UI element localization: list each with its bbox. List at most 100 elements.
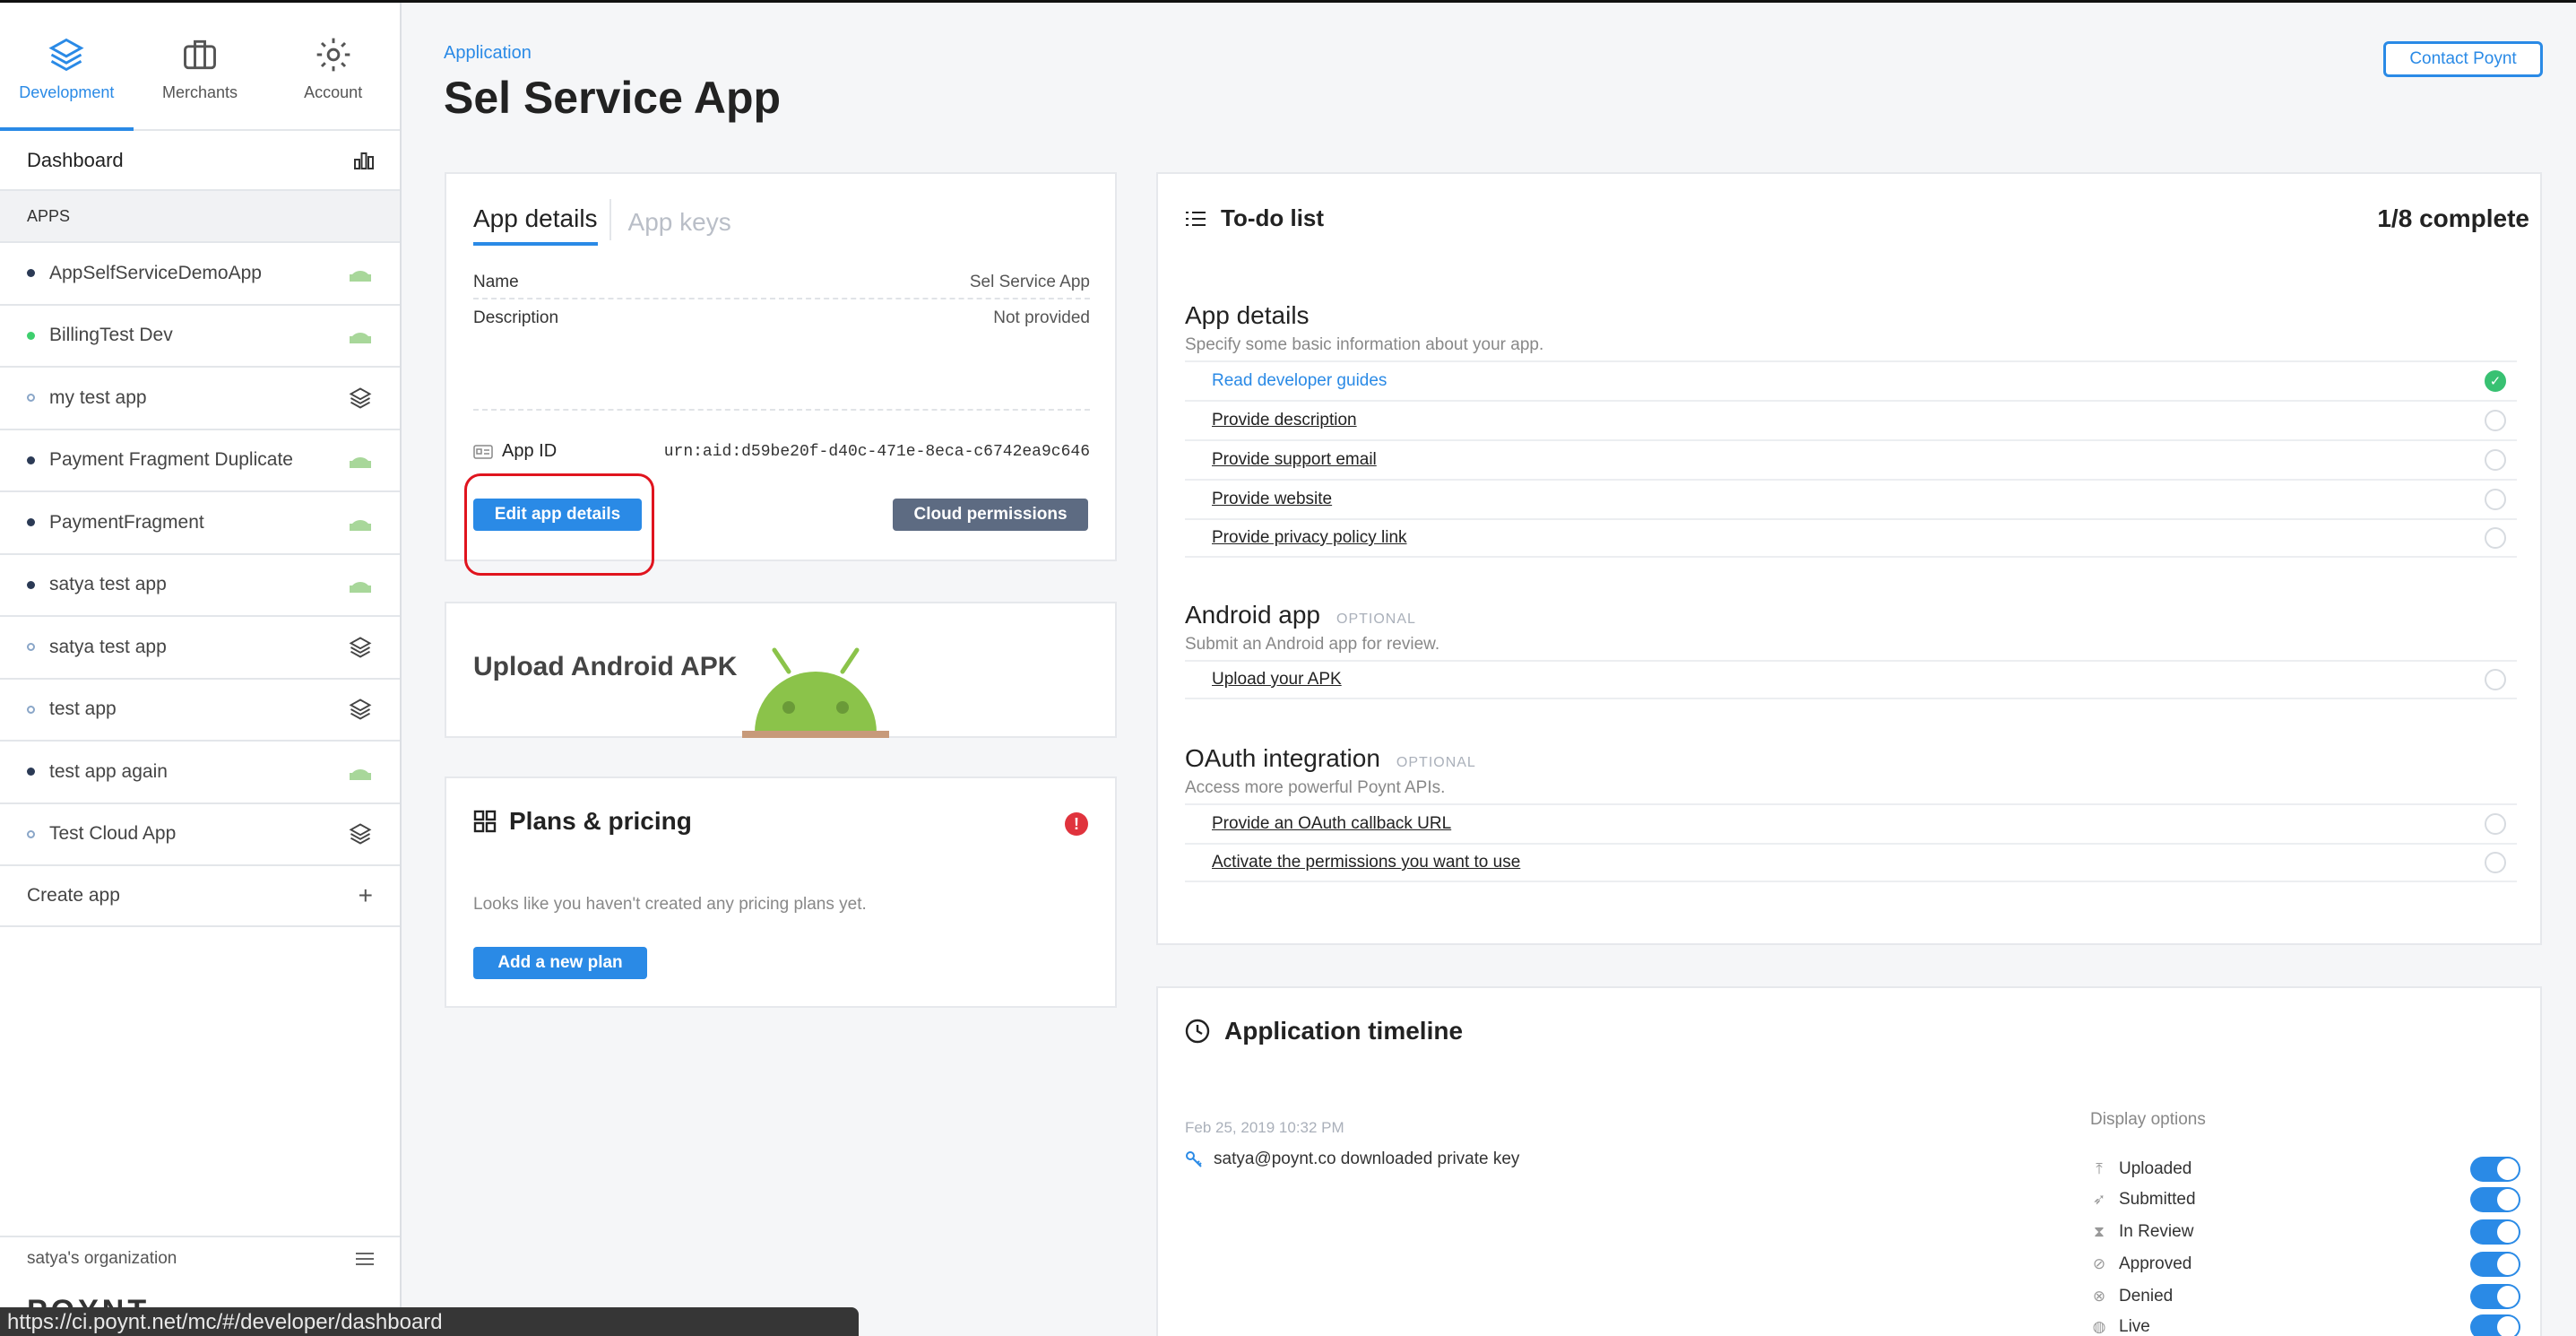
upload-apk-title: Upload Android APK (473, 652, 738, 681)
toggle-switch[interactable] (2470, 1252, 2520, 1277)
empty-circle-icon (2485, 813, 2506, 835)
tab-app-keys[interactable]: App keys (628, 208, 731, 246)
organization-switcher[interactable]: satya's organization (0, 1236, 400, 1280)
nav-tab-label: Merchants (161, 83, 238, 101)
status-dot (27, 331, 35, 340)
list-icon (1186, 211, 1206, 226)
nav-tab-label: Development (19, 83, 115, 101)
sidebar-app-item[interactable]: BillingTest Dev (0, 306, 400, 368)
sidebar-app-item[interactable]: test app again (0, 742, 400, 804)
layers-icon (349, 387, 372, 409)
globe-icon: ◍ (2092, 1318, 2106, 1335)
app-id-value: urn:aid:d59be20f-d40c-471e-8eca-c6742ea9… (663, 442, 1090, 461)
sidebar-app-item[interactable]: AppSelfServiceDemoApp (0, 243, 400, 306)
toggle-switch[interactable] (2470, 1157, 2520, 1182)
display-option-submitted: ➶ Submitted (2090, 1187, 2520, 1212)
task-label[interactable]: Activate the permissions you want to use (1212, 853, 1520, 872)
task-label[interactable]: Provide website (1212, 490, 1332, 509)
layers-icon (349, 637, 372, 658)
id-card-icon (473, 444, 493, 459)
tab-divider (609, 199, 611, 240)
todo-section-app-details: App details Specify some basic informati… (1185, 301, 2517, 558)
sidebar-app-item[interactable]: test app (0, 680, 400, 742)
application-timeline-card: Application timeline Feb 25, 2019 10:32 … (1156, 986, 2542, 1336)
timeline-event-text: satya@poynt.co downloaded private key (1214, 1149, 1520, 1168)
gear-icon (316, 38, 350, 72)
status-dot (27, 643, 35, 652)
sidebar-app-item[interactable]: satya test app (0, 555, 400, 617)
toggle-switch[interactable] (2470, 1219, 2520, 1245)
status-dot (27, 580, 35, 589)
sidebar-app-item[interactable]: satya test app (0, 617, 400, 680)
task-label[interactable]: Provide an OAuth callback URL (1212, 814, 1451, 834)
app-id-label: App ID (502, 441, 558, 461)
cloud-permissions-button[interactable]: Cloud permissions (893, 499, 1088, 531)
task-label[interactable]: Upload your APK (1212, 670, 1342, 690)
todo-task[interactable]: Provide privacy policy link (1185, 518, 2517, 558)
app-name: Payment Fragment Duplicate (49, 449, 293, 471)
toggle-switch[interactable] (2470, 1284, 2520, 1309)
task-label[interactable]: Provide support email (1212, 450, 1377, 470)
todo-task[interactable]: Provide support email (1185, 439, 2517, 479)
description-value: Not provided (993, 308, 1090, 327)
upload-apk-card[interactable]: Upload Android APK (445, 602, 1117, 738)
divider (473, 298, 1090, 299)
breadcrumb[interactable]: Application (444, 43, 532, 64)
optional-badge: OPTIONAL (1396, 755, 1476, 770)
option-label: Denied (2119, 1287, 2174, 1306)
empty-circle-icon (2485, 449, 2506, 471)
display-option-uploaded: ⤒ Uploaded (2090, 1157, 2520, 1182)
todo-task[interactable]: Activate the permissions you want to use (1185, 843, 2517, 882)
details-tabs: App details App keys (473, 204, 731, 246)
empty-circle-icon (2485, 410, 2506, 431)
android-icon (350, 768, 371, 780)
section-title: OAuth integration (1185, 744, 1380, 772)
sidebar-app-item[interactable]: Test Cloud App (0, 804, 400, 866)
task-label[interactable]: Provide description (1212, 411, 1357, 430)
name-label: Name (473, 273, 519, 291)
app-name: test app (49, 698, 117, 720)
timeline-title: Application timeline (1224, 1017, 1464, 1045)
sidebar-item-dashboard[interactable]: Dashboard (0, 131, 400, 191)
todo-task[interactable]: Read developer guides ✓ (1185, 360, 2517, 400)
sidebar-app-item[interactable]: Payment Fragment Duplicate (0, 430, 400, 492)
description-label: Description (473, 308, 559, 327)
app-name: satya test app (49, 574, 167, 595)
create-app-button[interactable]: Create app + (0, 866, 400, 927)
description-row: Description Not provided (473, 308, 1090, 328)
alert-icon: ! (1065, 812, 1088, 836)
app-name: satya test app (49, 636, 167, 657)
nav-tab-merchants[interactable]: Merchants (134, 3, 267, 129)
sidebar-app-item[interactable]: my test app (0, 368, 400, 430)
nav-tab-development[interactable]: Development (0, 3, 134, 131)
option-label: Uploaded (2119, 1159, 2192, 1178)
android-mascot-icon (742, 647, 889, 738)
toggle-switch[interactable] (2470, 1187, 2520, 1212)
add-new-plan-button[interactable]: Add a new plan (473, 947, 647, 979)
tab-app-details[interactable]: App details (473, 204, 598, 246)
plans-empty-message: Looks like you haven't created any prici… (473, 895, 867, 914)
section-description: Submit an Android app for review. (1185, 635, 1440, 654)
todo-title: To-do list (1221, 204, 1325, 231)
android-icon (350, 457, 371, 469)
status-dot (27, 705, 35, 714)
todo-list-card: To-do list 1/8 complete App details Spec… (1156, 172, 2542, 945)
task-label[interactable]: Provide privacy policy link (1212, 528, 1407, 548)
nav-tab-account[interactable]: Account (266, 3, 400, 129)
android-icon (350, 270, 371, 282)
task-label[interactable]: Read developer guides (1212, 371, 1387, 391)
briefcase-icon (184, 39, 216, 70)
plans-pricing-card: Plans & pricing ! Looks like you haven't… (445, 776, 1117, 1008)
todo-task[interactable]: Upload your APK (1185, 660, 2517, 699)
toggle-switch[interactable] (2470, 1314, 2520, 1336)
contact-poynt-button[interactable]: Contact Poynt (2383, 41, 2543, 77)
android-icon (350, 582, 371, 594)
sidebar-app-item[interactable]: PaymentFragment (0, 492, 400, 555)
todo-task[interactable]: Provide website (1185, 479, 2517, 518)
todo-task[interactable]: Provide an OAuth callback URL (1185, 803, 2517, 843)
option-label: Approved (2119, 1254, 2192, 1273)
app-name: Test Cloud App (49, 823, 177, 845)
check-circle-icon: ⊘ (2092, 1255, 2106, 1272)
todo-task[interactable]: Provide description (1185, 400, 2517, 439)
display-option-denied: ⊗ Denied (2090, 1284, 2520, 1309)
